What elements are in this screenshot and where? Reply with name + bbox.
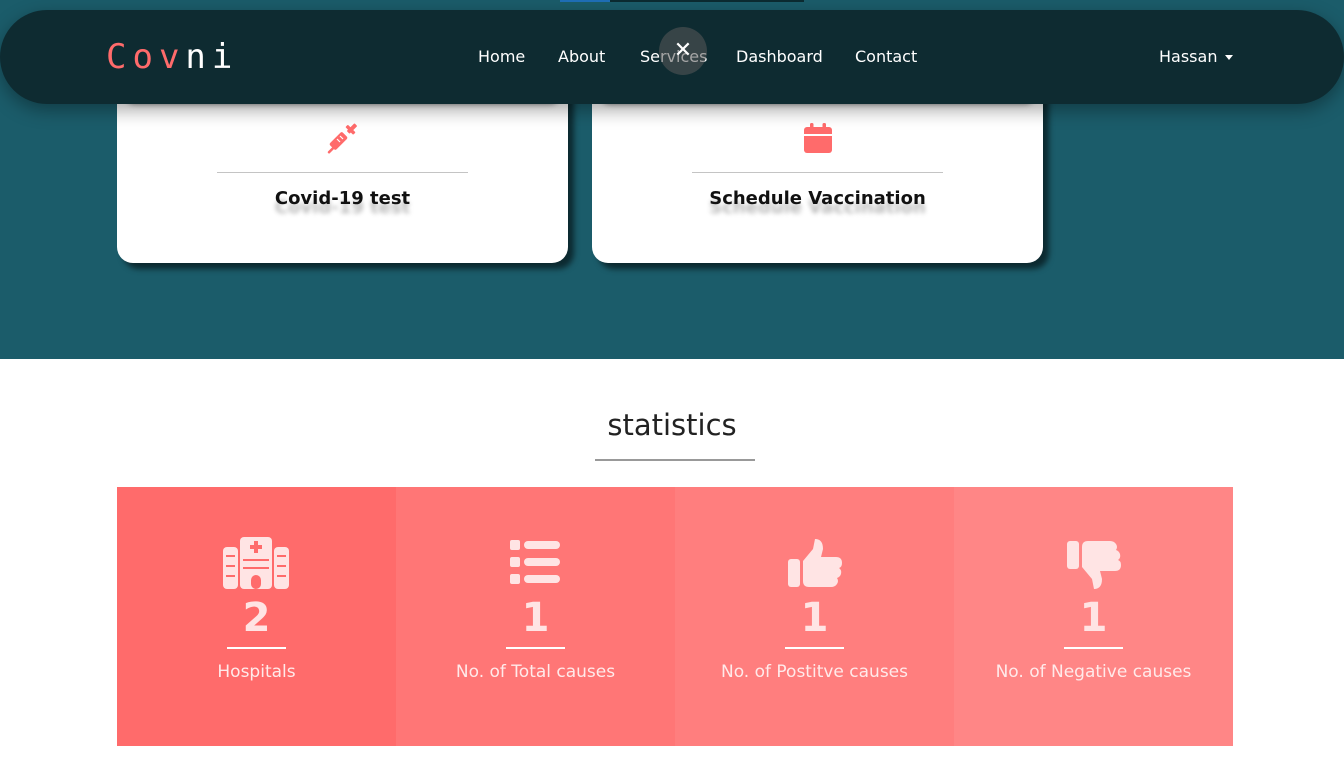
brand-rest-text: ni: [185, 37, 239, 77]
navbar: Covni Home About Services Dashboard Cont…: [0, 10, 1344, 104]
stat-divider: [506, 647, 565, 649]
hospital-icon: [223, 537, 289, 589]
service-card-title: Covid-19 test: [274, 188, 411, 209]
stat-value: 1: [1079, 595, 1108, 641]
card-divider: [692, 172, 943, 173]
statistics-title-underline: [595, 459, 755, 461]
stat-card-total-causes: 1 No. of Total causes: [396, 487, 675, 746]
thumbs-up-icon: [788, 539, 842, 587]
stat-divider: [785, 647, 844, 649]
stat-label: No. of Negative causes: [995, 662, 1192, 682]
calendar-icon: [804, 123, 832, 153]
card-divider: [217, 172, 468, 173]
stat-label: No. of Total causes: [455, 662, 616, 682]
brand-logo[interactable]: Covni: [106, 37, 238, 77]
stat-card-hospitals: 2 Hospitals: [117, 487, 396, 746]
nav-link-about[interactable]: About: [558, 46, 605, 68]
nav-link-home[interactable]: Home: [478, 46, 525, 68]
statistics-title: statistics: [607, 408, 737, 442]
stat-divider: [1064, 647, 1123, 649]
list-icon: [510, 540, 560, 584]
brand-accent-text: Cov: [106, 37, 186, 77]
user-name: Hassan: [1159, 47, 1218, 66]
service-card-title: Schedule Vaccination: [709, 188, 926, 209]
nav-link-dashboard[interactable]: Dashboard: [736, 46, 823, 68]
caret-down-icon: [1225, 55, 1234, 60]
user-dropdown[interactable]: Hassan: [1159, 46, 1234, 68]
stat-label: No. of Postitve causes: [720, 662, 908, 682]
stat-value: 1: [521, 595, 550, 641]
stat-label: Hospitals: [217, 662, 296, 682]
stat-card-negative-causes: 1 No. of Negative causes: [954, 487, 1233, 746]
hero-top-line: [560, 0, 804, 2]
nav-link-contact[interactable]: Contact: [855, 46, 917, 68]
syringe-icon: [327, 123, 357, 154]
stat-value: 1: [800, 595, 829, 641]
stat-divider: [227, 647, 286, 649]
hero-top-line-accent: [560, 0, 610, 2]
stat-value: 2: [242, 595, 271, 641]
stat-card-positive-causes: 1 No. of Postitve causes: [675, 487, 954, 746]
statistics-panel: 2 Hospitals 1 No. of Total causes 1 No. …: [117, 487, 1233, 746]
close-icon[interactable]: ✕: [659, 27, 707, 75]
thumbs-down-icon: [1067, 541, 1121, 589]
